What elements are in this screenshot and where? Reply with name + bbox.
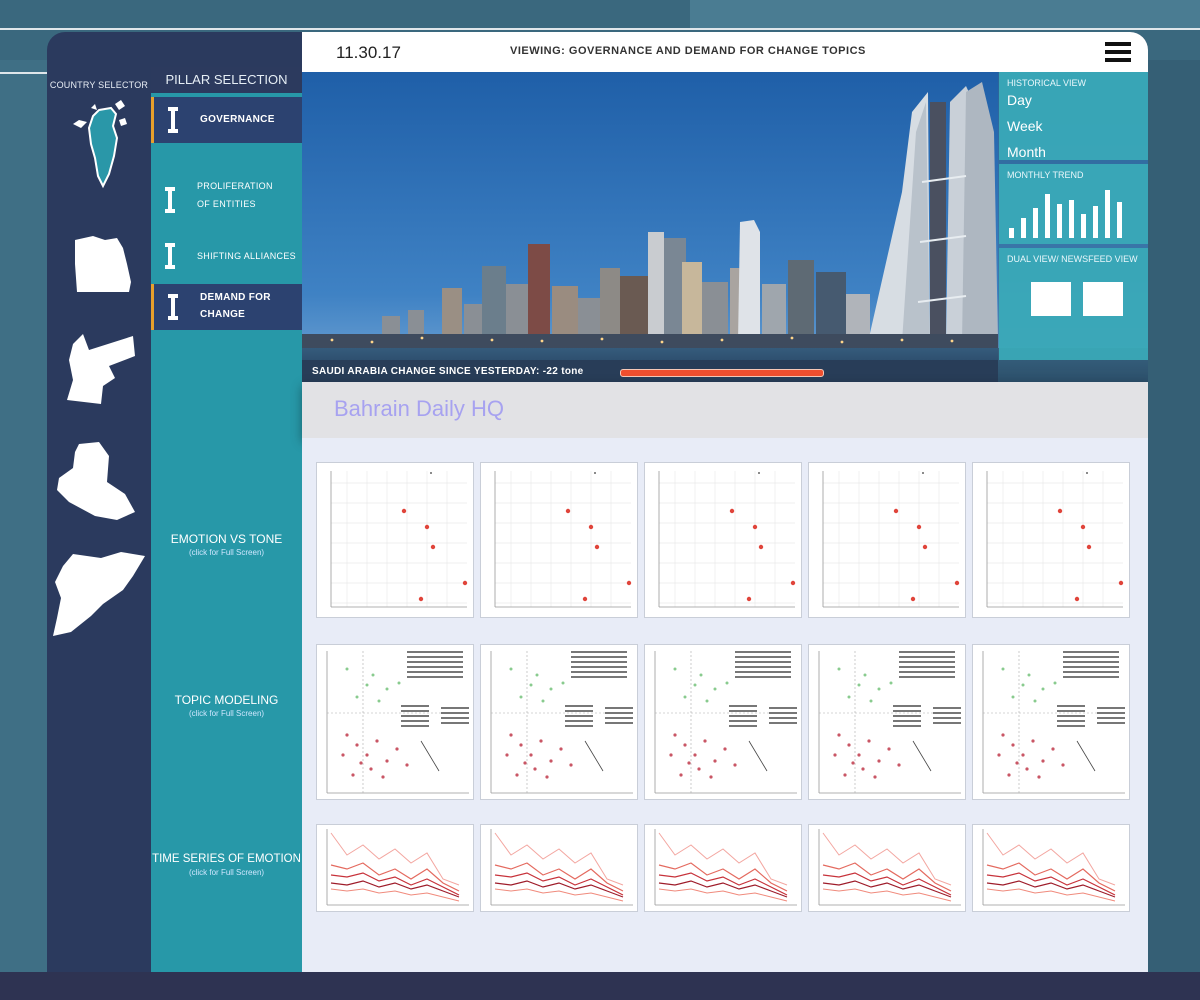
topic-modeling-chart[interactable]: [808, 644, 966, 800]
pillar-selection-title: PILLAR SELECTION: [151, 67, 302, 93]
fullscreen-hint[interactable]: (click for Full Screen): [151, 868, 302, 877]
emotion-vs-tone-chart[interactable]: [644, 462, 802, 618]
time-series-chart[interactable]: [480, 824, 638, 912]
topic-modeling-chart[interactable]: [480, 644, 638, 800]
pillar-label-line: PROLIFERATION: [197, 181, 273, 191]
change-bar: [620, 369, 824, 377]
pillar-demand-for-change[interactable]: DEMAND FOR CHANGE: [151, 284, 305, 330]
monthly-trend-bars[interactable]: [1007, 184, 1137, 240]
pillar-icon: [165, 243, 175, 269]
pillar-label: GOVERNANCE: [200, 114, 275, 125]
historical-view-section: HISTORICAL VIEW Day Week Month: [999, 72, 1148, 160]
background-top-band: [690, 0, 1200, 30]
background-divider: [0, 28, 1200, 30]
pillar-label-line: OF ENTITIES: [197, 199, 256, 209]
background-bottom: [0, 972, 1200, 1000]
monthly-trend-section: MONTHLY TREND: [999, 164, 1148, 244]
top-bar: 11.30.17 VIEWING: GOVERNANCE AND DEMAND …: [302, 32, 1148, 72]
topic-modeling-chart[interactable]: [316, 644, 474, 800]
option-month[interactable]: Month: [1007, 144, 1046, 160]
topic-modeling-chart[interactable]: [972, 644, 1130, 800]
monthly-trend-title: MONTHLY TREND: [1007, 170, 1084, 180]
pillar-label-line: DEMAND FOR: [200, 292, 271, 303]
country-selector: COUNTRY SELECTOR: [47, 72, 151, 972]
dual-view-button[interactable]: [1031, 282, 1071, 316]
pillar-proliferation-of-entities[interactable]: PROLIFERATION OF ENTITIES: [151, 179, 302, 235]
pillar-label-line: CHANGE: [200, 309, 246, 320]
date-label: 11.30.17: [336, 43, 401, 62]
time-series-chart[interactable]: [316, 824, 474, 912]
hamburger-menu-icon[interactable]: [1105, 42, 1131, 62]
change-text: SAUDI ARABIA CHANGE SINCE YESTERDAY: -22…: [312, 366, 584, 377]
topic-modeling-chart[interactable]: [644, 644, 802, 800]
emotion-vs-tone-chart[interactable]: [808, 462, 966, 618]
dual-view-section: DUAL VIEW/ NEWSFEED VIEW: [999, 248, 1148, 360]
pillar-icon: [168, 294, 178, 320]
historical-view-panel: HISTORICAL VIEW Day Week Month MONTHLY T…: [999, 72, 1148, 390]
fullscreen-hint[interactable]: (click for Full Screen): [151, 548, 302, 557]
section-label-emotion-vs-tone[interactable]: EMOTION VS TONE: [151, 532, 302, 546]
section-label-topic-modeling[interactable]: TOPIC MODELING: [151, 693, 302, 707]
pillar-selection: PILLAR SELECTION GOVERNANCE PROLIFERATIO…: [151, 67, 305, 972]
dashboard-window: COUNTRY SELECTOR PILLAR SELECTION GOVERN…: [47, 32, 1148, 972]
daily-hq-header: Bahrain Daily HQ: [302, 382, 1148, 438]
hero-city-image: SAUDI ARABIA CHANGE SINCE YESTERDAY: -22…: [302, 72, 1148, 390]
section-label-time-series-of-emotion[interactable]: TIME SERIES OF EMOTION: [151, 853, 302, 865]
egypt-map-icon[interactable]: [73, 234, 133, 296]
syria-map-icon[interactable]: [51, 548, 147, 638]
emotion-vs-tone-chart[interactable]: [480, 462, 638, 618]
time-series-chart[interactable]: [808, 824, 966, 912]
daily-hq-title: Bahrain Daily HQ: [334, 396, 504, 421]
pillar-shifting-alliances[interactable]: SHIFTING ALLIANCES: [151, 237, 302, 277]
option-week[interactable]: Week: [1007, 118, 1043, 134]
time-series-chart[interactable]: [972, 824, 1130, 912]
time-series-chart[interactable]: [644, 824, 802, 912]
pillar-label: SHIFTING ALLIANCES: [197, 251, 296, 261]
historical-view-title: HISTORICAL VIEW: [1007, 78, 1087, 88]
pillar-icon: [165, 187, 175, 213]
charts-grid: [302, 438, 1148, 972]
fullscreen-hint[interactable]: (click for Full Screen): [151, 709, 302, 718]
newsfeed-view-button[interactable]: [1083, 282, 1123, 316]
pillar-governance[interactable]: GOVERNANCE: [151, 97, 305, 143]
emotion-vs-tone-chart[interactable]: [316, 462, 474, 618]
background-right: [1148, 60, 1200, 972]
jordan-map-icon[interactable]: [63, 330, 139, 408]
pillar-icon: [168, 107, 178, 133]
viewing-label: VIEWING: GOVERNANCE AND DEMAND FOR CHANG…: [510, 45, 866, 57]
country-selector-title: COUNTRY SELECTOR: [49, 80, 149, 90]
bahrain-map-icon[interactable]: [69, 98, 131, 190]
emotion-vs-tone-chart[interactable]: [972, 462, 1130, 618]
dual-view-title: DUAL VIEW/ NEWSFEED VIEW: [1007, 254, 1138, 264]
option-day[interactable]: Day: [1007, 92, 1032, 108]
algeria-map-icon[interactable]: [55, 442, 137, 522]
